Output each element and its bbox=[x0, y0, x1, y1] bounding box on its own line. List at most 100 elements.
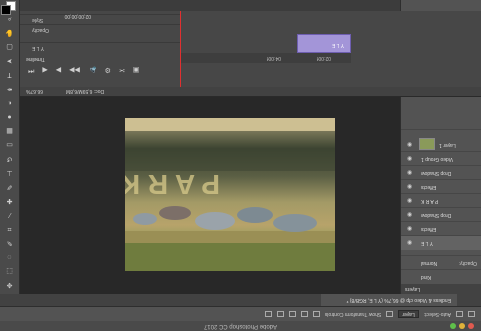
next-frame-icon[interactable]: ▶▶ bbox=[69, 66, 80, 74]
transform-controls-label: Show Transform Controls bbox=[324, 311, 382, 317]
tools-panel: ✥ ⬚ ◌ ✎ ⌗ ⁄ ✚ ✐ ⊥ ↺ ▭ ▦ ● ◐ ✒ T ➤ ▢ ✋ ⌕ bbox=[0, 0, 20, 294]
kind-filter[interactable]: Kind bbox=[421, 274, 431, 280]
track-row[interactable]: Style bbox=[20, 14, 181, 25]
layer-name: Video Group 1 bbox=[421, 156, 454, 162]
zoom-tool-icon[interactable]: ⌕ bbox=[5, 15, 14, 22]
video-clip[interactable]: Y L E bbox=[297, 34, 351, 53]
visibility-eye-icon[interactable]: ◉ bbox=[407, 225, 412, 232]
play-icon[interactable]: ▶ bbox=[56, 66, 61, 74]
tab-layers[interactable]: Layers bbox=[405, 286, 420, 292]
split-icon[interactable]: ✂ bbox=[119, 66, 125, 74]
eraser-tool-icon[interactable]: ▭ bbox=[5, 141, 14, 148]
crop-tool-icon[interactable]: ⌗ bbox=[5, 225, 14, 232]
panel-tabs: Layers bbox=[401, 284, 481, 294]
document-info: Doc: 6,59M/6,8M bbox=[66, 88, 105, 94]
blur-tool-icon[interactable]: ● bbox=[5, 113, 14, 120]
layer-row[interactable]: ◉ Video Group 1 bbox=[401, 151, 481, 166]
transition-icon[interactable]: ▣ bbox=[133, 66, 140, 74]
quick-select-tool-icon[interactable]: ✎ bbox=[5, 239, 14, 246]
layer-row[interactable]: ◉ Effects bbox=[401, 179, 481, 194]
gradient-tool-icon[interactable]: ▦ bbox=[5, 127, 14, 134]
time-ruler[interactable]: 02:00f 04:00f bbox=[181, 53, 351, 63]
canvas-image[interactable]: P A R K bbox=[125, 118, 335, 271]
layer-name: Y L E bbox=[421, 240, 433, 246]
align-right-icon[interactable] bbox=[288, 311, 296, 317]
blend-row: Normal Opacity: bbox=[401, 255, 481, 270]
layer-row[interactable]: ◉ Drop Shadow bbox=[401, 207, 481, 222]
track-row[interactable]: Opacity bbox=[20, 24, 181, 35]
layer-row[interactable]: ◉ Drop Shadow bbox=[401, 165, 481, 180]
minimize-window-icon[interactable] bbox=[459, 323, 465, 329]
park-photo: P A R K bbox=[125, 118, 335, 271]
timeline-panel: Timeline ⏮ ◀ ▶ ▶▶ 🔈 ⚙ ✂ ▣ 02:00f 04:00f … bbox=[20, 11, 481, 87]
layer-row[interactable]: ◉ Effects bbox=[401, 221, 481, 236]
layer-name: Layer 1 bbox=[439, 142, 456, 148]
layer-row[interactable]: ◉ P A R K bbox=[401, 193, 481, 208]
timeline-label: Timeline bbox=[26, 56, 45, 62]
audio-icon[interactable]: 🔈 bbox=[88, 66, 97, 74]
svg-text:P A R K: P A R K bbox=[125, 169, 220, 200]
checkbox-transform[interactable] bbox=[386, 311, 394, 317]
shape-tool-icon[interactable]: ▢ bbox=[5, 43, 14, 50]
type-tool-icon[interactable]: T bbox=[5, 71, 14, 78]
auto-select-dropdown[interactable]: Layer bbox=[398, 310, 419, 318]
lasso-tool-icon[interactable]: ◌ bbox=[5, 253, 14, 260]
foreground-color-swatch[interactable] bbox=[1, 5, 11, 15]
history-brush-icon[interactable]: ↺ bbox=[5, 155, 14, 162]
eyedropper-tool-icon[interactable]: ⁄ bbox=[5, 211, 14, 218]
first-frame-icon[interactable]: ⏮ bbox=[28, 66, 34, 74]
title-bar: Adobe Photoshop CC 2017 bbox=[0, 321, 481, 331]
auto-select-label: Auto-Select: bbox=[423, 311, 451, 317]
track-label: Opacity bbox=[32, 27, 49, 33]
status-bar: 66.67% Doc: 6,59M/6,8M bbox=[20, 86, 481, 97]
settings-gear-icon[interactable]: ⚙ bbox=[105, 66, 111, 74]
ruler-label: 04:00f bbox=[267, 55, 281, 61]
checkbox-auto-select[interactable] bbox=[456, 311, 463, 317]
visibility-eye-icon[interactable]: ◉ bbox=[407, 211, 412, 218]
visibility-eye-icon[interactable]: ◉ bbox=[407, 155, 412, 162]
ruler-label: 02:00f bbox=[317, 55, 331, 61]
layer-filter-row: Kind bbox=[401, 269, 481, 284]
layer-row[interactable]: ◉ Y L E bbox=[401, 235, 481, 250]
layer-name: Effects bbox=[421, 226, 437, 232]
prev-frame-icon[interactable]: ◀ bbox=[42, 66, 47, 74]
brush-tool-icon[interactable]: ✐ bbox=[5, 183, 14, 190]
hand-tool-icon[interactable]: ✋ bbox=[5, 29, 14, 36]
layer-name: P A R K bbox=[421, 198, 439, 204]
opacity-label: Opacity: bbox=[458, 260, 477, 266]
zoom-level: 66.67% bbox=[26, 88, 43, 94]
timecode-display: 02;00;00;00 bbox=[64, 13, 91, 19]
playhead[interactable] bbox=[180, 11, 181, 87]
align-center-icon[interactable] bbox=[300, 311, 308, 317]
pen-tool-icon[interactable]: ✒ bbox=[5, 85, 14, 92]
app-title: Adobe Photoshop CC 2017 bbox=[203, 323, 278, 329]
align-left-icon[interactable] bbox=[312, 311, 320, 317]
visibility-eye-icon[interactable]: ◉ bbox=[407, 141, 412, 148]
layer-name: Drop Shadow bbox=[421, 170, 452, 176]
marquee-tool-icon[interactable]: ⬚ bbox=[5, 267, 14, 274]
move-tool-icon[interactable]: ✥ bbox=[5, 281, 14, 288]
document-tab-bar: Endless & Video cfp @ 66,7% (Y L E, RGB/… bbox=[0, 293, 481, 306]
visibility-eye-icon[interactable]: ◉ bbox=[407, 197, 412, 204]
healing-tool-icon[interactable]: ✚ bbox=[5, 197, 14, 204]
close-window-icon[interactable] bbox=[468, 323, 474, 329]
layer-name: Drop Shadow bbox=[421, 212, 452, 218]
visibility-eye-icon[interactable]: ◉ bbox=[407, 169, 412, 176]
layer-row[interactable]: ◉ Layer 1 bbox=[401, 129, 481, 152]
distribute-icon[interactable] bbox=[276, 311, 284, 317]
path-select-icon[interactable]: ➤ bbox=[5, 57, 14, 64]
stamp-tool-icon[interactable]: ⊥ bbox=[5, 169, 14, 176]
visibility-eye-icon[interactable]: ◉ bbox=[407, 183, 412, 190]
timeline-controls: ⏮ ◀ ▶ ▶▶ 🔈 ⚙ ✂ ▣ bbox=[20, 63, 481, 77]
dodge-tool-icon[interactable]: ◐ bbox=[5, 99, 14, 106]
track-row[interactable]: Y L E bbox=[20, 42, 181, 53]
zoom-window-icon[interactable] bbox=[450, 323, 456, 329]
layer-thumbnail bbox=[419, 138, 435, 150]
track-label: Y L E bbox=[32, 45, 44, 51]
visibility-eye-icon[interactable]: ◉ bbox=[407, 239, 412, 246]
move-tool-icon[interactable] bbox=[468, 311, 475, 317]
blend-mode-dropdown[interactable]: Normal bbox=[421, 260, 437, 266]
document-tab-label: Endless & Video cfp @ 66,7% (Y L E, RGB/… bbox=[346, 297, 451, 303]
document-tab[interactable]: Endless & Video cfp @ 66,7% (Y L E, RGB/… bbox=[321, 294, 457, 306]
3d-mode-icon[interactable] bbox=[264, 311, 272, 317]
